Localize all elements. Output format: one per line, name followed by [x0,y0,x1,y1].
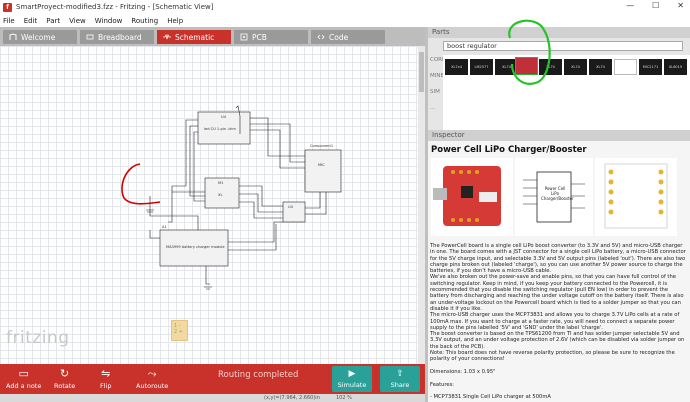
autoroute-button[interactable]: ⤳ Autoroute [136,368,168,390]
part-result[interactable] [614,59,637,75]
description-paragraph: The PowerCell board is a single cell LiP… [430,243,686,275]
flip-icon: ⇋ [101,367,111,380]
description-paragraph: The micro-USB charger uses the MCP73831 … [430,312,680,331]
green-annotation [508,19,551,85]
part-result[interactable]: XL74 [564,59,587,75]
autoroute-label: Autoroute [136,382,169,390]
part-result[interactable]: XL74 [589,59,612,75]
menu-edit[interactable]: Edit [24,17,38,25]
schematic-part-component1[interactable] [304,149,342,193]
add-note-button[interactable]: ▭ Add a note [6,368,41,390]
note-icon: ▭ [18,367,29,380]
tab-pcb[interactable]: PCB [234,30,308,44]
share-icon: ⇪ [396,369,404,379]
part-breadboard-image [431,158,513,236]
schematic-part-small[interactable] [282,201,306,223]
tab-label: PCB [252,32,267,42]
scrollbar-thumb[interactable] [419,52,424,92]
schematic-icon [163,33,171,40]
title-bar: f SmartProyect-modified3.fzz - Fritzing … [0,0,690,14]
description-paragraph: We've also broken out the power-save and… [430,274,684,312]
a1-ref: A1 [162,225,167,229]
bin-more[interactable]: ... [430,105,435,111]
tab-label: Breadboard [98,32,142,42]
menu-window[interactable]: Window [95,17,123,25]
status-bar: (x,y)=(7.964, 2.660)in 102 % [0,394,425,402]
tab-welcome[interactable]: Welcome [3,30,77,44]
close-button[interactable]: ✕ [677,1,684,10]
canvas-vertical-scrollbar[interactable] [418,46,425,364]
description-paragraph: Note: This board does not have reverse p… [430,350,675,363]
fritzing-app-icon: f [3,2,12,12]
description-feature-item: - MCP73831 Single Cell LiPo charger at 5… [430,394,551,401]
cursor-coordinates: (x,y)=(7.964, 2.660)in [264,395,320,401]
window-title: SmartProyect-modified3.fzz - Fritzing - … [16,3,214,11]
tab-breadboard[interactable]: Breadboard [80,30,154,44]
parts-search-input[interactable]: boost regulator [443,41,683,51]
m1-ref: M1 [218,181,223,185]
part-schematic-image: Power Cell LiPo Charger/Booster [515,158,593,236]
zoom-level: 102 % [336,395,352,401]
rotate-button[interactable]: ↻ Rotate [54,368,75,390]
inspector-header: Inspector [428,130,690,141]
red-annotation-stroke [121,163,161,205]
tab-label: Code [329,32,349,42]
menu-bar: File Edit Part View Window Routing Help [0,14,690,27]
code-icon [317,34,325,40]
part-result[interactable]: XL7x4 [445,59,468,75]
pcb-icon [240,33,248,41]
menu-part[interactable]: Part [46,17,60,25]
share-button[interactable]: ⇪ Share [380,366,420,392]
welcome-icon [9,33,17,40]
description-paragraph: The boost converter is based on the TPS6… [430,331,685,350]
menu-help[interactable]: Help [167,17,183,25]
component1-sub: MIC [318,163,325,167]
menu-routing[interactable]: Routing [131,17,158,25]
routing-status: Routing completed [218,370,299,380]
menu-file[interactable]: File [3,17,15,25]
rotate-icon: ↻ [60,367,70,380]
note-line-2: 2 + [174,329,183,335]
small-part-ref: U4 [288,205,294,209]
autoroute-icon: ⤳ [147,367,157,380]
schematic-image-label: Power Cell LiPo Charger/Booster [541,186,574,201]
parts-results: XL7x4 LM2577 XL74 XL74 XL74 XL74 MIC2171… [443,55,690,135]
fritzing-logo: fritzing [6,328,70,348]
part-result[interactable]: LM2577 [470,59,493,75]
bin-mine[interactable]: MINE [430,73,444,79]
flip-button[interactable]: ⇋ Flip [100,368,111,390]
tab-label: Welcome [21,32,56,42]
m1-desc: XL [218,193,222,197]
part-pcb-image [595,158,677,236]
simulate-button[interactable]: ▶ Simulate [332,366,372,392]
menu-view[interactable]: View [69,17,86,25]
minimize-button[interactable]: — [626,1,634,10]
u4-ref: U4 [221,115,227,119]
simulate-label: Simulate [337,381,367,389]
inspector-part-title: Power Cell LiPo Charger/Booster [431,145,587,155]
schematic-drawing[interactable]: U4 led CU 1-pin -trim Component1 MIC M1 … [0,46,418,364]
share-label: Share [390,381,410,389]
bin-sim[interactable]: SIM [430,89,440,95]
breadboard-icon [86,34,94,40]
a1-desc: MA3999 battery charger module [166,245,225,249]
tab-schematic[interactable]: Schematic [157,30,231,44]
view-tab-bar: Welcome Breadboard Schematic PCB Code [0,27,425,46]
u4-desc: led CU 1-pin -trim [204,127,236,131]
tab-label: Schematic [175,32,215,42]
flip-label: Flip [100,382,112,390]
canvas-note[interactable]: 1 - 2 + [171,320,188,341]
simulate-icon: ▶ [348,369,356,379]
component1-label: Component1 [310,144,333,148]
schematic-canvas[interactable]: U4 led CU 1-pin -trim Component1 MIC M1 … [0,46,418,364]
tab-code[interactable]: Code [311,30,385,44]
part-result[interactable]: MIC2171 [639,59,662,75]
maximize-button[interactable]: ☐ [652,1,659,10]
inspector-description: The PowerCell board is a single cell LiP… [430,243,688,402]
part-result[interactable]: XL6019 [664,59,687,75]
add-note-label: Add a note [6,382,42,390]
rotate-label: Rotate [54,382,76,390]
